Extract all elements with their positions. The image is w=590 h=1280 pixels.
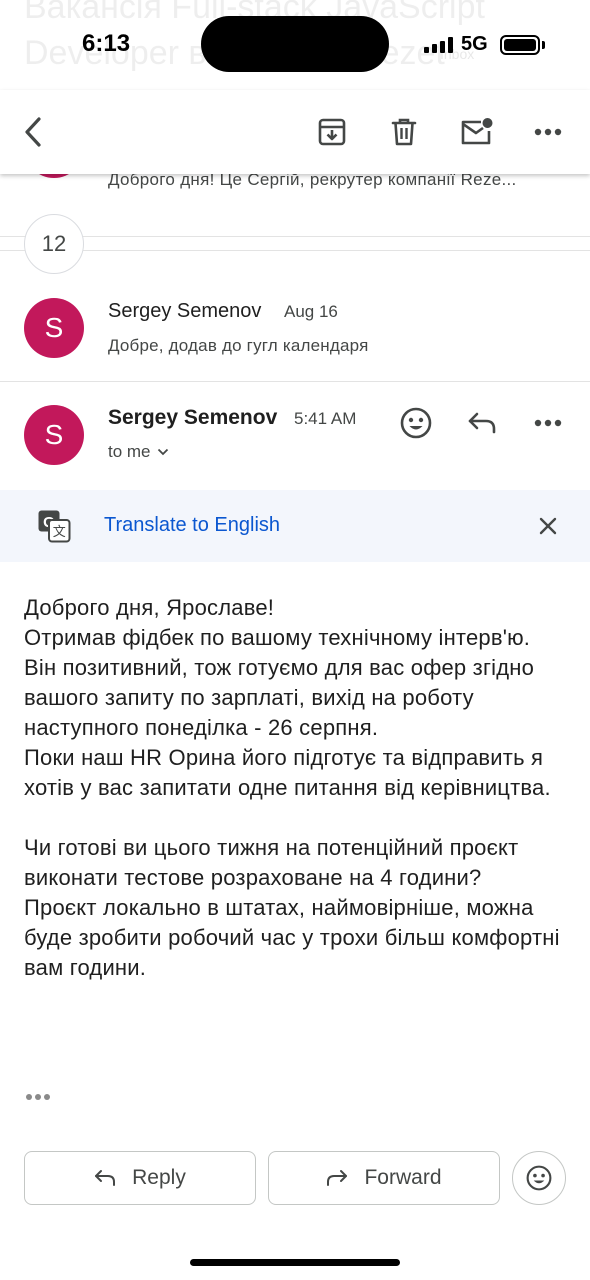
trash-icon bbox=[391, 118, 417, 146]
collapsed-messages-count[interactable]: 12 bbox=[24, 214, 84, 274]
email-body: Доброго дня, Ярославе! Отримав фідбек по… bbox=[24, 593, 574, 983]
avatar: S bbox=[24, 298, 84, 358]
show-trimmed-content-button[interactable] bbox=[26, 1094, 50, 1100]
mail-unread-icon bbox=[461, 118, 493, 145]
divider bbox=[0, 381, 590, 382]
recipient-label: to me bbox=[108, 442, 151, 461]
reply-icon-button[interactable] bbox=[460, 401, 504, 445]
network-type: 5G bbox=[461, 33, 488, 55]
reply-button[interactable]: Reply bbox=[24, 1151, 256, 1205]
chevron-down-icon bbox=[157, 448, 168, 456]
body-paragraph: Проєкт локально в штатах, наймовірніше, … bbox=[24, 895, 560, 980]
forward-button[interactable]: Forward bbox=[268, 1151, 500, 1205]
google-translate-icon: G 文 bbox=[38, 510, 71, 543]
recipient-details-toggle[interactable]: to me bbox=[108, 442, 169, 462]
reply-icon bbox=[95, 1170, 116, 1186]
translate-close-button[interactable] bbox=[530, 508, 566, 544]
more-horizontal-icon bbox=[534, 419, 562, 427]
message-more-button[interactable] bbox=[526, 401, 570, 445]
translate-banner: G 文 Translate to English bbox=[0, 490, 590, 562]
archive-button[interactable] bbox=[310, 110, 354, 154]
home-indicator[interactable] bbox=[190, 1259, 400, 1266]
add-reaction-button[interactable] bbox=[394, 401, 438, 445]
more-horizontal-icon bbox=[534, 128, 562, 136]
body-paragraph: Поки наш HR Орина його підготує та відпр… bbox=[24, 745, 551, 800]
collapsed-stack-line bbox=[0, 250, 590, 251]
message-time: 5:41 AM bbox=[294, 409, 357, 428]
reply-icon bbox=[468, 412, 496, 434]
archive-icon bbox=[318, 118, 346, 146]
body-paragraph: Доброго дня, Ярославе! bbox=[24, 595, 275, 620]
reply-label: Reply bbox=[132, 1166, 186, 1189]
status-bar: Вакансія Full-stack JavaScript Developer… bbox=[0, 0, 590, 90]
collapsed-stack-line bbox=[0, 236, 590, 237]
message-row-previous[interactable]: S Sergey Semenov Aug 16 Добре, додав до … bbox=[0, 282, 590, 382]
status-time: 6:13 bbox=[82, 30, 131, 57]
faded-message-row[interactable]: Доброго дня! Це Сергій, рекрутер компані… bbox=[0, 174, 590, 198]
more-button[interactable] bbox=[526, 110, 570, 154]
sender-name[interactable]: Sergey Semenov bbox=[108, 406, 277, 430]
battery-tip bbox=[542, 41, 545, 49]
svg-text:文: 文 bbox=[53, 524, 66, 539]
body-paragraph: Отримав фідбек по вашому технічному інте… bbox=[24, 625, 531, 650]
emoji-icon bbox=[526, 1165, 552, 1191]
message-date: Aug 16 bbox=[284, 302, 338, 321]
mark-unread-button[interactable] bbox=[454, 110, 498, 154]
battery-icon bbox=[500, 35, 540, 55]
sender-name: Sergey Semenov bbox=[108, 300, 262, 322]
arrow-back-icon bbox=[25, 117, 41, 147]
signal-icon bbox=[424, 37, 454, 53]
message-snippet: Доброго дня! Це Сергій, рекрутер компані… bbox=[108, 174, 517, 189]
close-icon bbox=[539, 517, 557, 535]
emoji-icon bbox=[400, 407, 432, 439]
body-paragraph: Він позитивний, тож готуємо для вас офер… bbox=[24, 655, 535, 740]
emoji-reaction-button[interactable] bbox=[512, 1151, 566, 1205]
message-snippet: Добре, додав до гугл календаря bbox=[108, 336, 369, 355]
avatar bbox=[24, 174, 84, 178]
delete-button[interactable] bbox=[382, 110, 426, 154]
forward-label: Forward bbox=[364, 1166, 442, 1189]
forward-icon bbox=[327, 1170, 348, 1186]
back-button[interactable] bbox=[12, 110, 56, 154]
dynamic-island bbox=[201, 16, 389, 72]
body-paragraph: Чи готові ви цього тижня на потенційний … bbox=[24, 835, 519, 890]
message-toolbar bbox=[0, 90, 590, 174]
avatar[interactable]: S bbox=[24, 405, 84, 465]
translate-to-english-link[interactable]: Translate to English bbox=[104, 514, 280, 537]
